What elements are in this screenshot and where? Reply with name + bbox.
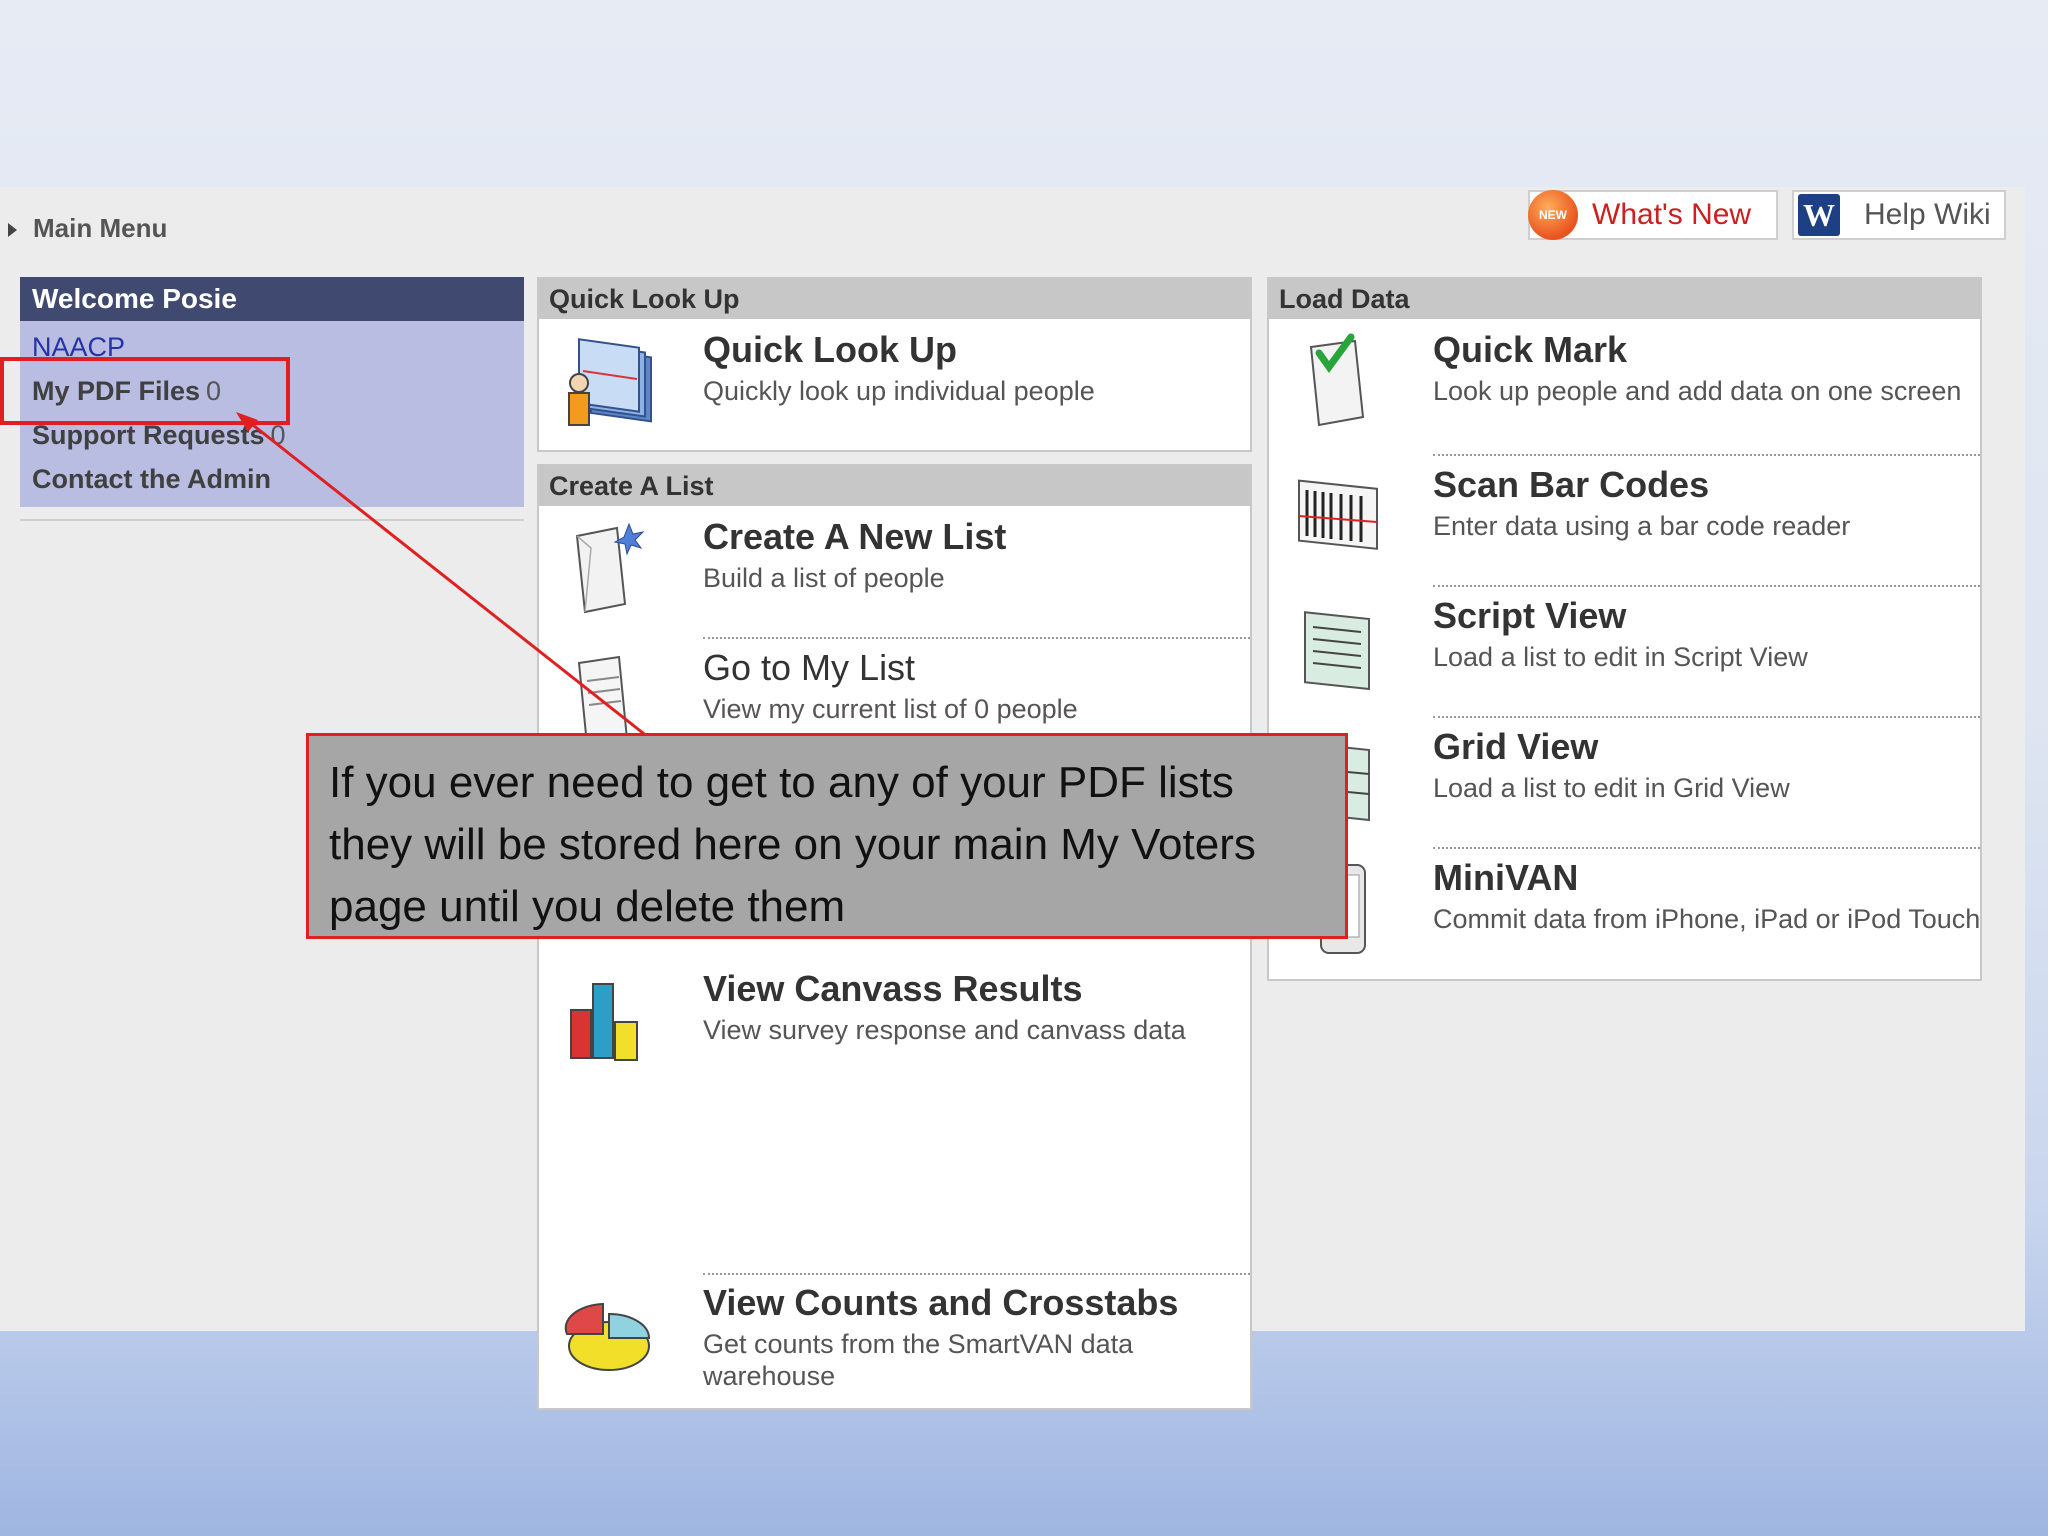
instruction-callout: If you ever need to get to any of your P… <box>306 733 1348 939</box>
